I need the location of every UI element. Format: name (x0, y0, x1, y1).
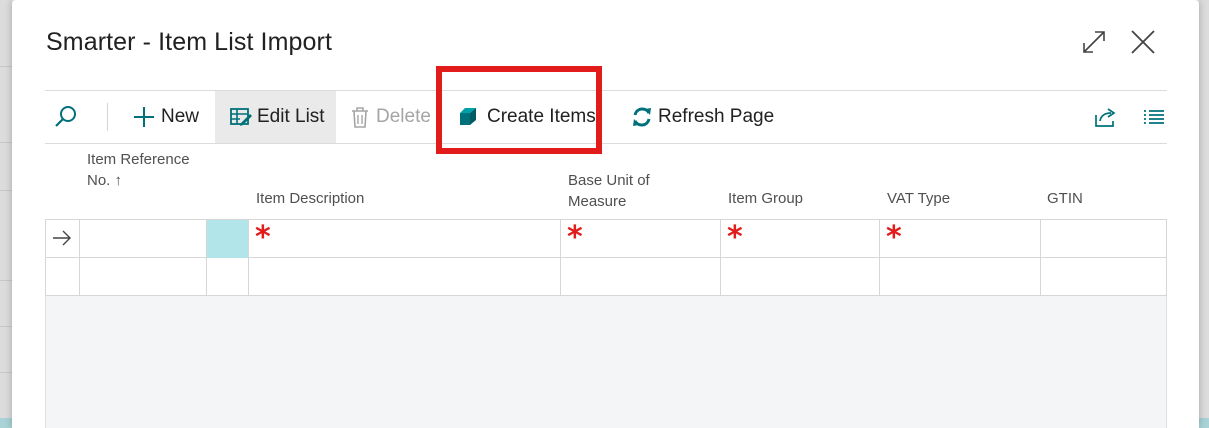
cell-selector[interactable] (207, 220, 249, 258)
required-marker: * (727, 220, 743, 255)
grid-empty-area (45, 296, 1167, 428)
delete-button-label: Delete (376, 106, 431, 127)
search-button[interactable] (53, 91, 93, 143)
trash-icon (352, 107, 368, 128)
item-grid: * * * * (45, 219, 1167, 296)
table-row[interactable] (46, 258, 1166, 296)
cell-vat-type[interactable] (880, 258, 1041, 296)
refresh-page-button[interactable]: Refresh Page (631, 91, 774, 143)
edit-list-label: Edit List (257, 106, 325, 127)
delete-button[interactable]: Delete (350, 91, 431, 143)
cell-item-group[interactable]: * (721, 220, 880, 258)
list-view-icon (1144, 110, 1164, 124)
background-page-right (1199, 0, 1209, 428)
column-header-item-reference-no[interactable]: Item Reference No. ↑ (87, 149, 197, 191)
share-button[interactable] (1094, 91, 1118, 143)
column-header-item-description[interactable]: Item Description (256, 188, 364, 209)
cell-gtin[interactable] (1041, 258, 1166, 296)
plus-icon (134, 107, 154, 127)
cube-icon (460, 108, 476, 125)
column-header-item-group[interactable]: Item Group (728, 188, 803, 209)
table-row[interactable]: * * * * (46, 220, 1166, 258)
arrow-right-icon (53, 230, 71, 246)
close-icon (1131, 30, 1155, 54)
expand-icon (1083, 31, 1105, 53)
item-list-import-dialog: Smarter - Item List Import New Edit List… (12, 0, 1199, 428)
required-marker: * (255, 220, 271, 255)
refresh-page-label: Refresh Page (658, 106, 775, 127)
search-icon (55, 106, 76, 127)
new-button[interactable]: New (133, 91, 199, 143)
expand-button[interactable] (1080, 28, 1108, 56)
cell-vat-type[interactable]: * (880, 220, 1041, 258)
background-page-left (0, 0, 12, 428)
grid-header: Item Reference No. ↑ Item Description Ba… (45, 144, 1167, 219)
row-indicator[interactable] (46, 220, 80, 258)
new-button-label: New (161, 106, 200, 127)
required-marker: * (886, 220, 902, 255)
list-view-button[interactable] (1143, 91, 1165, 143)
row-indicator[interactable] (46, 258, 80, 296)
column-header-gtin[interactable]: GTIN (1047, 188, 1083, 209)
action-toolbar: New Edit List Delete Create Items Refres… (45, 90, 1167, 144)
cell-selector[interactable] (207, 258, 249, 296)
edit-list-icon (230, 108, 252, 126)
refresh-icon (633, 107, 651, 127)
cell-item-group[interactable] (721, 258, 880, 296)
column-header-base-unit-of-measure[interactable]: Base Unit of Measure (568, 170, 698, 212)
create-items-label: Create Items (487, 106, 596, 127)
dialog-title: Smarter - Item List Import (46, 28, 332, 56)
create-items-button[interactable]: Create Items (458, 91, 596, 143)
edit-list-button[interactable]: Edit List (215, 91, 336, 143)
cell-base-unit-of-measure[interactable]: * (561, 220, 721, 258)
toolbar-separator (107, 103, 108, 131)
cell-item-reference-no[interactable] (80, 220, 207, 258)
column-header-vat-type[interactable]: VAT Type (887, 188, 950, 209)
cell-gtin[interactable] (1041, 220, 1166, 258)
cell-item-reference-no[interactable] (80, 258, 207, 296)
cell-item-description[interactable]: * (249, 220, 561, 258)
close-button[interactable] (1129, 28, 1157, 56)
share-icon (1095, 108, 1116, 127)
cell-base-unit-of-measure[interactable] (561, 258, 721, 296)
required-marker: * (567, 220, 583, 255)
cell-item-description[interactable] (249, 258, 561, 296)
